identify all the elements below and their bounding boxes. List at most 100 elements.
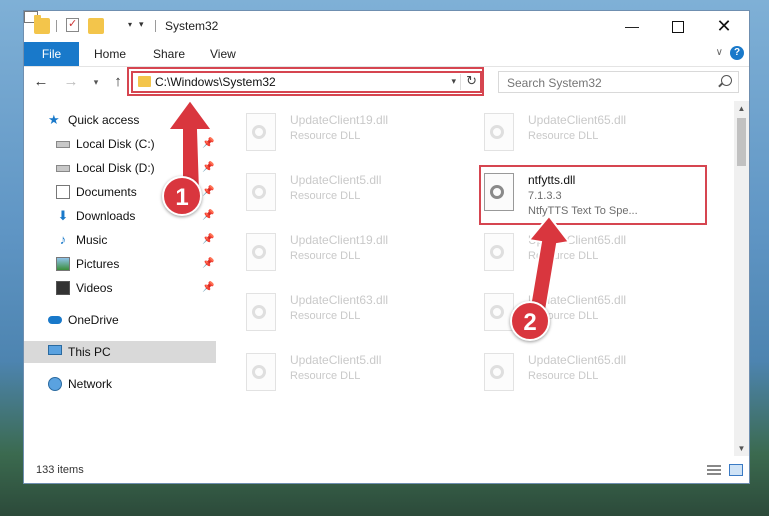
sidebar-item-music[interactable]: ♪ Music 📌 xyxy=(24,229,216,251)
sidebar-item-label: This PC xyxy=(68,345,111,359)
sidebar-item-label: Music xyxy=(76,233,108,247)
cloud-icon xyxy=(48,316,62,324)
close-button[interactable]: ✕ xyxy=(701,11,747,41)
sidebar-item-label: Downloads xyxy=(76,209,136,223)
item-count: 133 items xyxy=(36,464,84,476)
file-name: UpdateClient65.dll xyxy=(528,353,627,367)
maximize-icon xyxy=(672,21,684,34)
dll-file-icon xyxy=(246,233,276,271)
up-button[interactable]: ↑ xyxy=(109,73,127,91)
sidebar-item-onedrive[interactable]: OneDrive xyxy=(24,309,216,331)
file-name: UpdateClient5.dll xyxy=(290,173,382,187)
file-tile[interactable]: UpdateClient19.dll Resource DLL xyxy=(222,107,450,157)
file-tile[interactable]: UpdateClient65.dll Resource DLL xyxy=(460,347,688,397)
sidebar-item-label: Quick access xyxy=(68,113,140,127)
status-bar: 133 items xyxy=(24,458,749,483)
scroll-up-icon[interactable]: ▲ xyxy=(734,101,749,116)
step-2-badge: 2 xyxy=(510,301,550,341)
help-icon[interactable]: ? xyxy=(730,46,744,60)
recent-locations-button[interactable]: ▾ xyxy=(87,73,105,91)
tab-view[interactable]: View xyxy=(198,42,248,66)
search-input[interactable] xyxy=(505,74,709,92)
dll-file-icon xyxy=(484,113,514,151)
sidebar-item-label: Videos xyxy=(76,281,113,295)
address-highlight-box xyxy=(127,67,484,96)
views-dropdown-icon[interactable]: ▾ xyxy=(128,20,132,29)
properties-icon[interactable] xyxy=(66,17,79,32)
pin-icon[interactable]: 📌 xyxy=(202,253,214,275)
computer-icon xyxy=(48,345,62,355)
customize-toolbar-icon[interactable]: ▾ xyxy=(139,19,144,30)
drive-icon xyxy=(56,165,70,172)
sidebar-item-this-pc[interactable]: This PC xyxy=(24,341,216,363)
file-type: Resource DLL xyxy=(528,130,599,142)
sidebar-item-label: Network xyxy=(68,377,113,391)
folder-icon[interactable] xyxy=(34,15,50,34)
star-icon: ★ xyxy=(48,112,60,127)
details-view-icon[interactable] xyxy=(707,465,721,475)
sidebar-item-local-disk-c[interactable]: Local Disk (C:) 📌 xyxy=(24,133,216,155)
file-tile[interactable]: UpdateClient65.dll Resource DLL xyxy=(460,227,688,277)
file-name: UpdateClient65.dll xyxy=(528,233,627,247)
toolbar-separator xyxy=(56,20,57,32)
navigation-pane: ★ Quick access Local Disk (C:) 📌 Local D… xyxy=(24,101,216,456)
file-type: Resource DLL xyxy=(290,190,361,202)
download-icon: ⬇ xyxy=(57,208,69,223)
file-name: UpdateClient19.dll xyxy=(290,113,389,127)
sidebar-item-network[interactable]: Network xyxy=(24,373,216,395)
pin-icon[interactable]: 📌 xyxy=(202,133,214,155)
step-1-badge: 1 xyxy=(162,176,202,216)
file-tile[interactable]: UpdateClient65.dll Resource DLL xyxy=(460,287,688,337)
dll-file-icon xyxy=(246,353,276,391)
maximize-button[interactable] xyxy=(655,11,701,41)
toolbar-separator xyxy=(155,20,156,32)
tab-home[interactable]: Home xyxy=(82,42,138,66)
back-button[interactable]: ← xyxy=(32,73,50,91)
title-bar: ▾ ▾ System32 — ✕ xyxy=(24,11,749,42)
file-type: Resource DLL xyxy=(290,130,361,142)
file-name: UpdateClient63.dll xyxy=(290,293,389,307)
file-type: Resource DLL xyxy=(290,250,361,262)
file-highlight-box xyxy=(479,165,707,225)
file-tile[interactable]: UpdateClient19.dll Resource DLL xyxy=(222,227,450,277)
search-box[interactable] xyxy=(498,71,739,93)
tab-file[interactable]: File xyxy=(24,42,79,66)
drive-icon xyxy=(56,141,70,148)
network-icon xyxy=(48,377,62,391)
scrollbar-thumb[interactable] xyxy=(737,118,746,166)
file-tile[interactable]: UpdateClient5.dll Resource DLL xyxy=(222,347,450,397)
sidebar-item-label: Local Disk (C:) xyxy=(76,137,155,151)
pin-icon[interactable]: 📌 xyxy=(202,229,214,251)
pin-icon[interactable]: 📌 xyxy=(202,205,214,227)
forward-button[interactable]: → xyxy=(62,73,80,91)
chevron-down-icon[interactable]: ∨ xyxy=(716,47,723,58)
new-folder-icon[interactable] xyxy=(88,18,104,34)
tiles-view-icon[interactable] xyxy=(729,464,743,476)
ribbon: File Home Share View ∨ ? xyxy=(24,42,749,67)
vertical-scrollbar[interactable]: ▲ ▼ xyxy=(734,101,749,456)
file-name: UpdateClient65.dll xyxy=(528,113,627,127)
pin-icon[interactable]: 📌 xyxy=(202,277,214,299)
sidebar-item-quick-access[interactable]: ★ Quick access xyxy=(24,109,216,131)
dll-file-icon xyxy=(246,173,276,211)
pin-icon[interactable]: 📌 xyxy=(202,157,214,179)
file-tile[interactable]: UpdateClient63.dll Resource DLL xyxy=(222,287,450,337)
tab-share[interactable]: Share xyxy=(141,42,197,66)
file-name: UpdateClient19.dll xyxy=(290,233,389,247)
file-tile[interactable]: UpdateClient5.dll Resource DLL xyxy=(222,167,450,217)
file-tile[interactable]: UpdateClient65.dll Resource DLL xyxy=(460,107,688,157)
sidebar-item-videos[interactable]: Videos 📌 xyxy=(24,277,216,299)
dll-file-icon xyxy=(484,353,514,391)
documents-icon xyxy=(56,185,70,199)
sidebar-item-label: Documents xyxy=(76,185,137,199)
pin-icon[interactable]: 📌 xyxy=(202,181,214,203)
search-icon[interactable] xyxy=(721,75,732,86)
sidebar-item-label: Pictures xyxy=(76,257,120,271)
dll-file-icon xyxy=(484,233,514,271)
sidebar-item-label: Local Disk (D:) xyxy=(76,161,155,175)
file-type: Resource DLL xyxy=(290,310,361,322)
sidebar-item-pictures[interactable]: Pictures 📌 xyxy=(24,253,216,275)
file-type: Resource DLL xyxy=(528,250,599,262)
minimize-button[interactable]: — xyxy=(609,11,655,41)
scroll-down-icon[interactable]: ▼ xyxy=(734,441,749,456)
